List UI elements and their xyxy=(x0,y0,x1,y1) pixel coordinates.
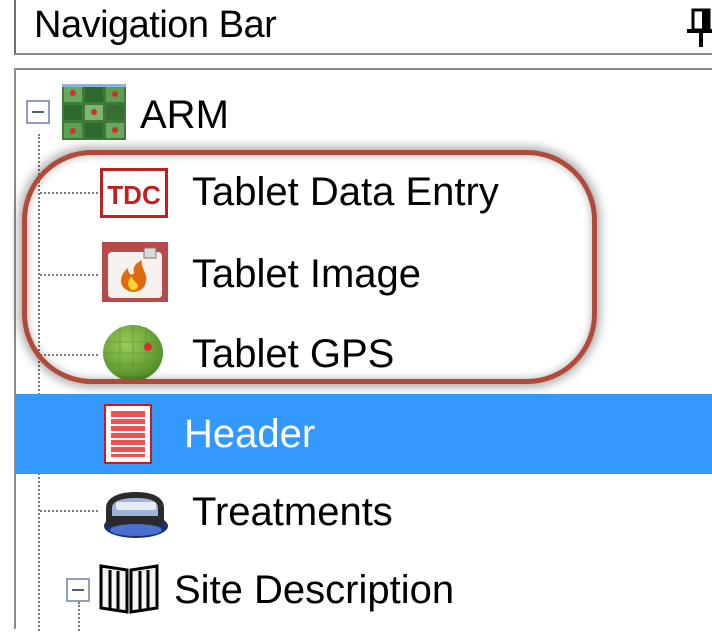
tree-node-arm[interactable]: ARM xyxy=(16,70,712,150)
tree-node-treatments[interactable]: Treatments xyxy=(16,474,712,554)
tree-node-header[interactable]: Header xyxy=(16,394,712,474)
collapse-toggle[interactable] xyxy=(26,100,50,124)
tree-node-label: Treatments xyxy=(192,490,393,534)
treatments-sprayer-icon xyxy=(104,492,168,538)
tdc-icon-text: TDC xyxy=(107,180,161,210)
tree-node-tablet-image[interactable]: Tablet Image xyxy=(16,234,712,314)
book-icon xyxy=(99,564,159,614)
arm-grid-icon xyxy=(62,84,126,140)
tree-node-label: Tablet Data Entry xyxy=(192,170,499,214)
navigation-tree: ARM TDC Tablet Data Entry Tablet Image T… xyxy=(14,68,712,631)
tree-node-label: Tablet Image xyxy=(192,252,422,296)
gps-globe-icon xyxy=(103,325,163,381)
navigation-bar-header: Navigation Bar xyxy=(14,0,712,55)
pin-icon[interactable] xyxy=(684,8,712,48)
tree-node-tablet-gps[interactable]: Tablet GPS xyxy=(16,314,712,394)
tree-node-label: Header xyxy=(184,412,316,456)
header-document-icon xyxy=(104,404,152,464)
navigation-bar-title: Navigation Bar xyxy=(34,4,277,46)
tdc-icon: TDC xyxy=(100,168,168,218)
tree-node-site-description[interactable]: Site Description xyxy=(16,554,712,634)
tree-node-label: Site Description xyxy=(174,568,455,612)
tree-node-label: ARM xyxy=(140,93,229,137)
tree-node-tablet-data-entry[interactable]: TDC Tablet Data Entry xyxy=(16,154,712,234)
camera-flame-icon xyxy=(102,242,168,302)
tree-node-label: Tablet GPS xyxy=(192,332,395,376)
collapse-toggle[interactable] xyxy=(66,578,90,602)
